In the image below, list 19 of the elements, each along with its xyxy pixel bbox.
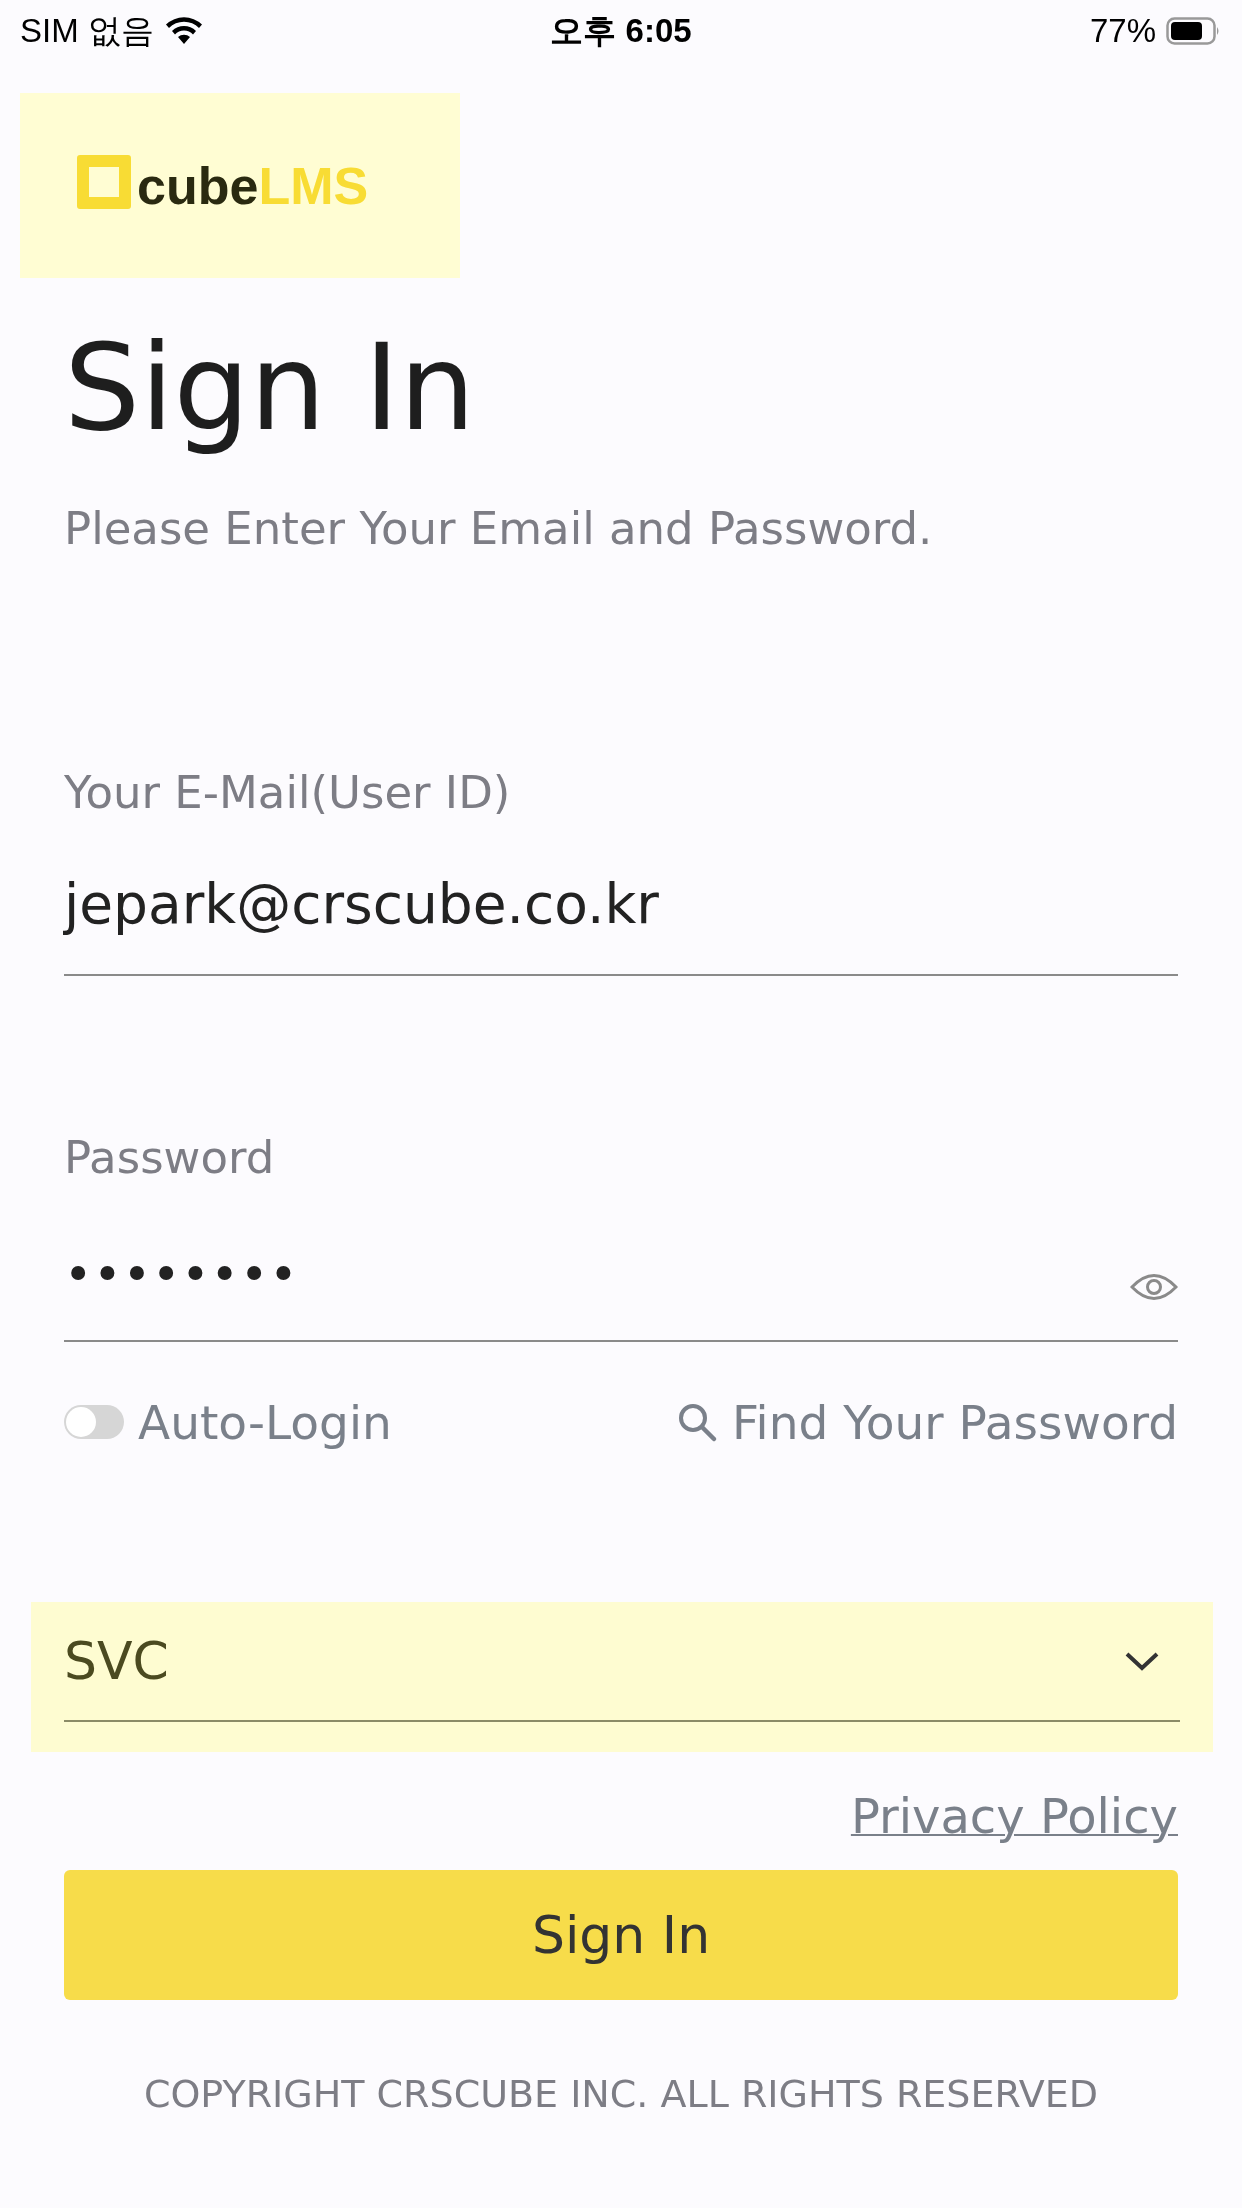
email-label: Your E-Mail(User ID) [64, 764, 512, 821]
server-select[interactable]: SVC [31, 1601, 1213, 1752]
password-field[interactable]: •••••••• [64, 1187, 1178, 1342]
privacy-policy-link[interactable]: Privacy Policy [850, 1787, 1178, 1844]
wifi-icon [163, 16, 204, 46]
eye-icon[interactable] [1130, 1271, 1178, 1302]
copyright-text: COPYRIGHT CRSCUBE INC. ALL RIGHTS RESERVED [142, 2071, 1100, 2116]
email-field[interactable]: jepark@crscube.co.kr [64, 822, 1178, 976]
carrier-text: SIM 없음 [20, 10, 154, 51]
logo-text: cubeLMS [137, 162, 369, 209]
subtitle: Please Enter Your Email and Password. [64, 501, 934, 557]
battery-percent: 77% [1089, 12, 1156, 50]
auto-login-toggle[interactable]: Auto-Login [64, 1394, 392, 1450]
square-logo-icon [77, 154, 131, 209]
clock-text: 오후 6:05 [549, 10, 693, 51]
find-password-link[interactable]: Find Your Password [675, 1394, 1178, 1450]
password-label: Password [64, 1130, 276, 1186]
page-title: Sign In [64, 317, 477, 459]
sign-in-button[interactable]: Sign In [64, 1869, 1178, 2000]
